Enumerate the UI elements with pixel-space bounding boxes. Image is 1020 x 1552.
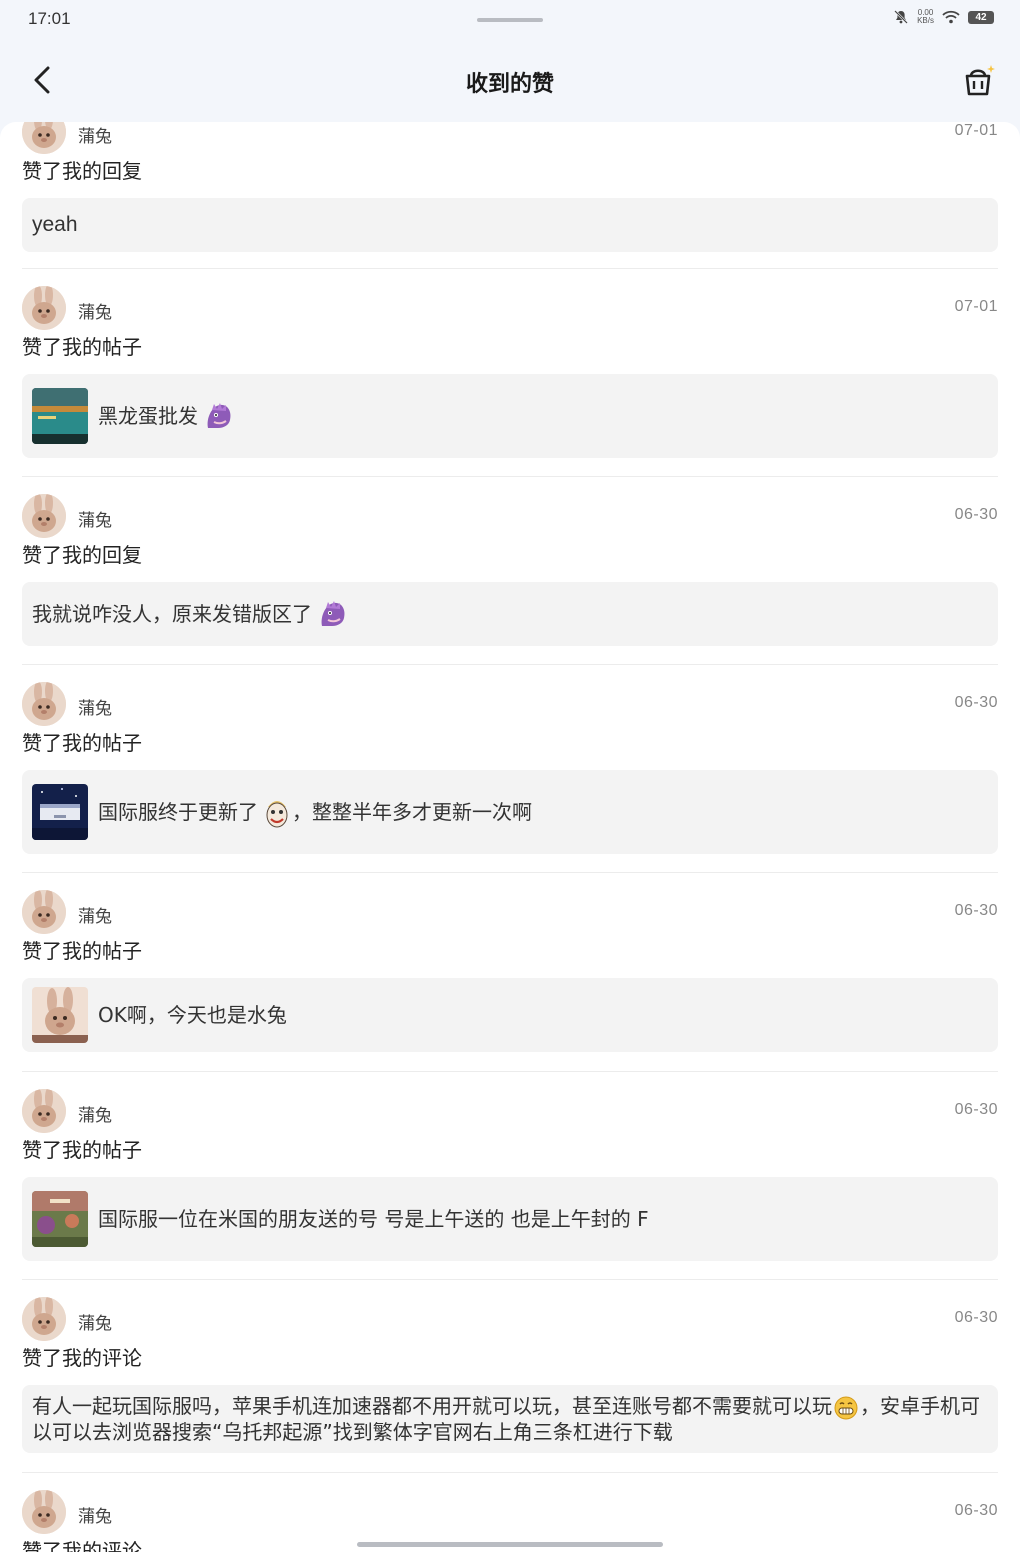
avatar[interactable] [22,890,66,934]
list-item[interactable]: 蒲兔 06-30 赞了我的帖子 OK啊，今天也是水兔 [22,890,998,1052]
user-name[interactable]: 蒲兔 [78,298,112,323]
action-text: 赞了我的帖子 [22,1138,142,1162]
grinning-face-emoji-icon [834,1396,858,1420]
action-text: 赞了我的帖子 [22,335,142,359]
wifi-icon [942,10,960,24]
post-thumbnail [32,987,88,1043]
content-preview[interactable]: OK啊，今天也是水兔 [22,978,998,1052]
list-item[interactable]: 蒲兔 06-30 赞了我的评论 有人一起玩国际服吗，苹果手机连加速器都不用开就可… [22,1297,998,1453]
post-thumbnail [32,1191,88,1247]
content-preview[interactable]: 国际服终于更新了 ，整整半年多才更新一次啊 [22,770,998,854]
action-text: 赞了我的帖子 [22,939,142,963]
divider [22,476,998,477]
content-text: 有人一起玩国际服吗，苹果手机连加速器都不用开就可以玩，甚至连账号都不需要就可以玩 [32,1394,832,1419]
list-item[interactable]: 蒲兔 06-30 赞了我的回复 我就说咋没人，原来发错版区了 [22,494,998,646]
page-title: 收到的赞 [465,72,554,97]
home-indicator[interactable] [357,1542,663,1547]
user-name[interactable]: 蒲兔 [78,1502,112,1527]
purple-dragon-emoji-icon [321,601,345,626]
divider [22,268,998,269]
content-text: 我就说咋没人，原来发错版区了 [32,602,312,626]
content-preview[interactable]: 黑龙蛋批发 [22,374,998,458]
content-preview[interactable]: 有人一起玩国际服吗，苹果手机连加速器都不用开就可以玩，甚至连账号都不需要就可以玩… [22,1385,998,1453]
item-date: 06-30 [954,1101,998,1118]
content-text: ，整整半年多才更新一次啊 [292,800,532,824]
status-bar: 17:01 0.00 KB/s 42 [0,0,1020,40]
basket-icon [965,65,995,96]
divider [22,1472,998,1473]
action-text: 赞了我的回复 [22,543,142,567]
item-date: 06-30 [954,902,998,919]
top-drag-handle[interactable] [477,18,543,22]
divider [22,1279,998,1280]
content-preview[interactable]: yeah [22,198,998,252]
avatar[interactable] [22,1490,66,1534]
likes-list[interactable]: 蒲兔 07-01 赞了我的回复 yeah 蒲兔 07-01 赞了我的帖子 黑龙蛋… [0,122,1020,1552]
top-navigation: 收到的赞 [0,40,1020,122]
status-icons: 0.00 KB/s 42 [893,9,994,25]
item-date: 07-01 [954,298,998,315]
divider [22,664,998,665]
battery-indicator: 42 [968,10,994,24]
avatar[interactable] [22,286,66,330]
user-name[interactable]: 蒲兔 [78,1309,112,1334]
user-name[interactable]: 蒲兔 [78,122,112,147]
user-name[interactable]: 蒲兔 [78,506,112,531]
user-name[interactable]: 蒲兔 [78,902,112,927]
user-name[interactable]: 蒲兔 [78,694,112,719]
list-item[interactable]: 蒲兔 06-30 赞了我的帖子 国际服终于更新了 ，整整半年多才更新一次啊 [22,682,998,854]
basket-button[interactable] [962,62,996,98]
list-item[interactable]: 蒲兔 06-30 赞了我的帖子 国际服一位在米国的朋友送的号 号是上午送的 也是… [22,1089,998,1261]
item-date: 06-30 [954,1502,998,1519]
divider [22,1071,998,1072]
net-speed: 0.00 KB/s [917,8,934,25]
post-thumbnail [32,388,88,444]
content-preview[interactable]: 国际服一位在米国的朋友送的号 号是上午送的 也是上午封的 F [22,1177,998,1261]
item-date: 07-01 [954,122,998,139]
content-text: 黑龙蛋批发 [98,404,198,428]
action-text: 赞了我的回复 [22,159,142,183]
status-time: 17:01 [28,9,71,28]
item-date: 06-30 [954,1309,998,1326]
clown-face-emoji-icon [266,801,288,828]
content-text: OK啊，今天也是水兔 [98,1003,287,1027]
divider [22,872,998,873]
mute-bell-icon [894,10,908,24]
content-text: yeah [32,213,78,236]
action-text: 赞了我的评论 [22,1346,142,1370]
avatar[interactable] [22,1089,66,1133]
item-date: 06-30 [954,506,998,523]
content-text: 国际服终于更新了 [98,800,258,824]
user-name[interactable]: 蒲兔 [78,1101,112,1126]
post-thumbnail [32,784,88,840]
avatar[interactable] [22,494,66,538]
avatar[interactable] [22,682,66,726]
list-item[interactable]: 蒲兔 07-01 赞了我的回复 yeah [22,122,998,252]
list-item[interactable]: 蒲兔 07-01 赞了我的帖子 黑龙蛋批发 [22,286,998,458]
purple-dragon-emoji-icon [207,403,231,428]
content-text: 国际服一位在米国的朋友送的号 号是上午送的 也是上午封的 F [98,1207,649,1231]
avatar[interactable] [22,122,66,154]
action-text: 赞了我的帖子 [22,731,142,755]
content-preview[interactable]: 我就说咋没人，原来发错版区了 [22,582,998,646]
avatar[interactable] [22,1297,66,1341]
item-date: 06-30 [954,694,998,711]
